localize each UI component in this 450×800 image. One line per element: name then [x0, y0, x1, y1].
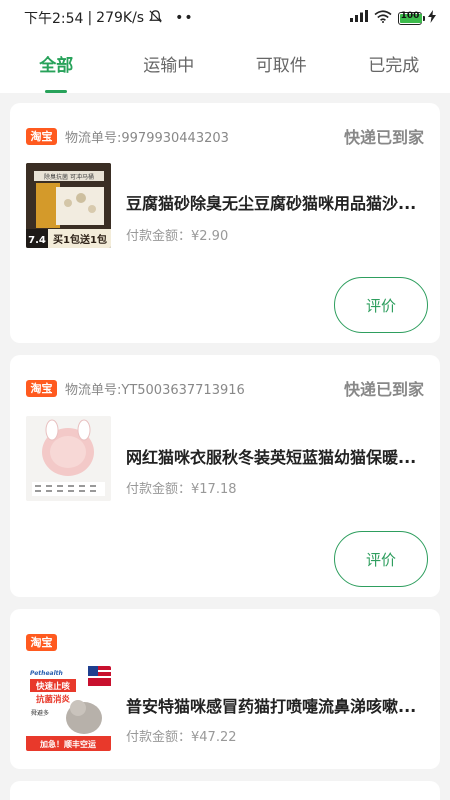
status-bar: 下午2:54 | 279K/s •• 100 — [0, 0, 450, 36]
order-card[interactable]: 淘宝 物流单号:YT5003637713916 快递已到家 网红猫咪衣服秋冬装英… — [10, 355, 440, 597]
tab-label: 运输中 — [143, 56, 195, 76]
mute-icon — [148, 9, 163, 28]
product-title[interactable]: 网红猫咪衣服秋冬装英短蓝猫幼猫保暖... — [126, 444, 428, 468]
tab-active-indicator — [45, 90, 68, 93]
product-title[interactable]: 豆腐猫砂除臭无尘豆腐砂猫咪用品猫沙... — [126, 190, 428, 214]
status-left: 下午2:54 | 279K/s •• — [24, 8, 194, 28]
top-header: 下午2:54 | 279K/s •• 100 全部 运输中 可取件 已完成 — [0, 0, 450, 93]
tab-all[interactable]: 全部 — [0, 36, 113, 93]
order-card[interactable]: 淘宝 Pethealth 快速止咳 抗菌消炎 舜避多 加急！顺丰空运 普安特猫咪… — [10, 609, 440, 769]
battery-icon: 100 — [398, 10, 425, 25]
delivery-status: 快递已到家 — [343, 380, 424, 399]
order-card[interactable]: 淘宝 物流单号:9979930443203 快递已到家 除臭抗菌 可冲马桶 7.… — [10, 103, 440, 343]
order-card[interactable] — [10, 781, 440, 800]
payment-amount: 付款金额：¥17.18 — [126, 482, 237, 497]
tab-label: 全部 — [39, 56, 74, 76]
thumb-line1: 快速止咳 — [36, 681, 71, 692]
product-thumbnail[interactable]: 除臭抗菌 可冲马桶 7.4 买1包送1包 — [26, 163, 111, 248]
network-speed: 279K/s — [96, 10, 145, 26]
signal-icon — [350, 10, 368, 26]
tracking-number: 物流单号:YT5003637713916 — [65, 382, 245, 398]
product-title[interactable]: 普安特猫咪感冒药猫打喷嚏流鼻涕咳嗽... — [126, 693, 428, 717]
taobao-logo: 淘宝 — [26, 633, 57, 651]
battery-level: 100 — [400, 10, 420, 21]
order-header: 淘宝 物流单号:9979930443203 快递已到家 — [26, 125, 424, 147]
status-time: 下午2:54 — [24, 11, 84, 27]
taobao-logo: 淘宝 — [26, 379, 57, 397]
status-right: 100 — [350, 9, 436, 27]
thumb-top-text: 除臭抗菌 可冲马桶 — [44, 173, 94, 181]
review-button[interactable]: 评价 — [334, 277, 428, 333]
more-dots-icon: •• — [175, 10, 194, 26]
status-divider: | — [87, 10, 93, 26]
delivery-status: 快递已到家 — [343, 128, 424, 147]
thumb-banner: 买1包送1包 — [53, 233, 107, 246]
wifi-icon — [374, 9, 392, 27]
review-button[interactable]: 评价 — [334, 531, 428, 587]
thumb-banner: 加急！顺丰空运 — [39, 739, 96, 749]
product-thumbnail[interactable]: Pethealth 快速止咳 抗菌消炎 舜避多 加急！顺丰空运 — [26, 666, 111, 751]
charging-icon — [428, 9, 436, 27]
product-thumbnail[interactable] — [26, 416, 111, 501]
tracking-number: 物流单号:9979930443203 — [65, 130, 229, 146]
payment-amount: 付款金额：¥2.90 — [126, 229, 229, 244]
payment-amount: 付款金额：¥47.22 — [126, 730, 237, 745]
tab-in-transit[interactable]: 运输中 — [113, 36, 226, 93]
tab-label: 已完成 — [368, 56, 420, 76]
order-header: 淘宝 物流单号:YT5003637713916 快递已到家 — [26, 377, 424, 399]
thumb-badge: 7.4 — [28, 235, 46, 246]
taobao-logo: 淘宝 — [26, 127, 57, 145]
thumb-brand: Pethealth — [30, 670, 63, 677]
order-tabs: 全部 运输中 可取件 已完成 — [0, 36, 450, 93]
tab-ready-pickup[interactable]: 可取件 — [225, 36, 338, 93]
thumb-line3: 舜避多 — [31, 709, 49, 717]
thumb-line2: 抗菌消炎 — [36, 694, 71, 705]
tab-completed[interactable]: 已完成 — [338, 36, 450, 93]
tab-label: 可取件 — [255, 56, 307, 76]
order-header: 淘宝 — [26, 631, 424, 653]
